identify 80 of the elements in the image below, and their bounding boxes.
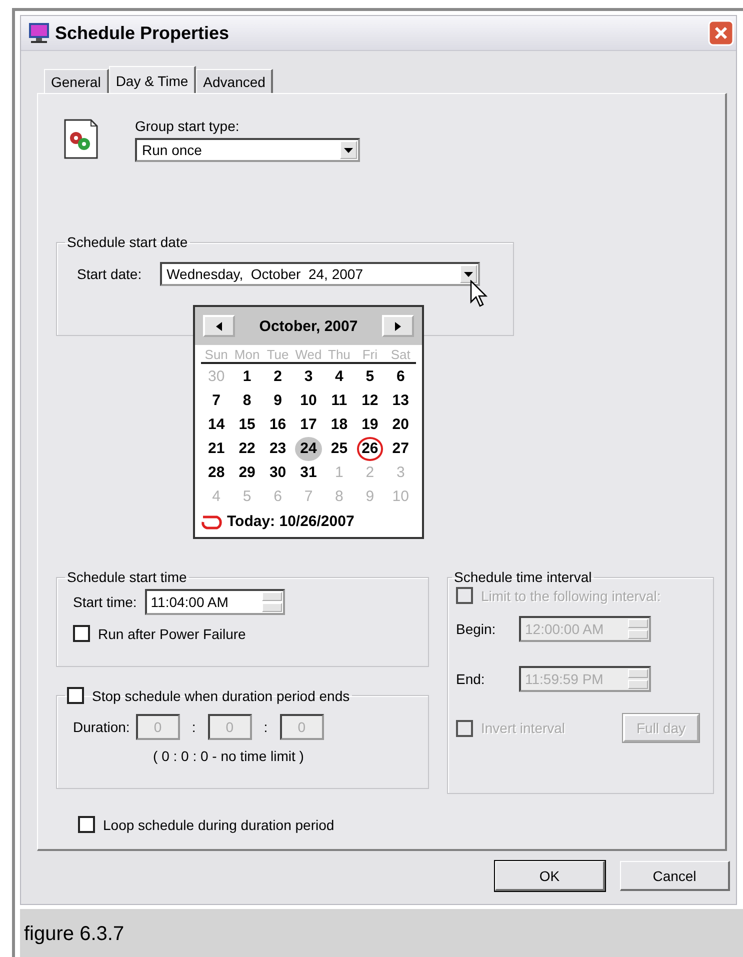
today-link[interactable]: Today: 10/26/2007 xyxy=(227,513,354,530)
right-triangle-icon xyxy=(394,322,401,330)
checkbox-label[interactable]: Stop schedule when duration period ends xyxy=(92,688,350,704)
calendar-day[interactable]: 24 xyxy=(295,437,322,461)
checkbox[interactable] xyxy=(73,625,90,642)
next-month-button[interactable] xyxy=(382,315,414,337)
separator: : xyxy=(262,719,269,735)
weekday-label: Sun xyxy=(204,347,229,362)
calendar-day[interactable]: 5 xyxy=(360,365,380,389)
duration-note: ( 0 : 0 : 0 - no time limit ) xyxy=(152,748,305,764)
calendar-day[interactable]: 11 xyxy=(326,389,352,413)
calendar-day[interactable]: 3 xyxy=(299,365,318,389)
calendar-day[interactable]: 8 xyxy=(238,389,256,413)
calendar-day[interactable]: 22 xyxy=(234,437,260,461)
calendar-day[interactable]: 25 xyxy=(326,437,353,461)
month-title: October, 2007 xyxy=(259,318,358,334)
cancel-button[interactable]: Cancel xyxy=(620,861,730,891)
time-field[interactable]: 11:04:00 AM xyxy=(144,589,285,615)
figure-caption: figure 6.3.7 xyxy=(20,909,743,957)
group-title: Schedule time interval xyxy=(453,569,593,585)
calendar-day[interactable]: 19 xyxy=(356,413,384,437)
monitor-icon xyxy=(27,21,51,45)
calendar-day[interactable]: 29 xyxy=(234,461,260,485)
calendar-day[interactable]: 30 xyxy=(264,461,292,485)
calendar-day[interactable]: 17 xyxy=(295,413,322,437)
calendar-day[interactable]: 31 xyxy=(295,461,322,485)
calendar-day[interactable]: 9 xyxy=(268,389,287,413)
calendar-day[interactable]: 7 xyxy=(207,389,226,413)
checkbox[interactable] xyxy=(67,687,84,704)
calendar-day[interactable]: 6 xyxy=(391,365,410,389)
caret-icon xyxy=(344,148,353,152)
calendar-day[interactable]: 2 xyxy=(268,365,287,389)
tab[interactable]: Day & Time xyxy=(108,66,196,94)
mouse-pointer-icon xyxy=(470,280,488,307)
calendar-day[interactable]: 23 xyxy=(264,437,292,461)
field-label: Duration: xyxy=(73,719,130,735)
field-label: End: xyxy=(456,671,486,687)
weekday-label: Fri xyxy=(361,347,378,362)
calendar-day[interactable]: 18 xyxy=(326,413,353,437)
field-label: Start date: xyxy=(77,266,142,282)
calendar-day[interactable]: 27 xyxy=(387,437,414,461)
today-marker-icon xyxy=(199,514,225,530)
calendar-day[interactable]: 16 xyxy=(264,413,292,437)
calendar-day[interactable]: 26 xyxy=(356,437,384,461)
tab[interactable]: Advanced xyxy=(196,69,274,93)
field-label: Group start type: xyxy=(135,118,240,134)
checkbox-label[interactable]: Loop schedule during duration period xyxy=(103,816,334,832)
left-triangle-icon xyxy=(216,322,222,330)
weekday-label: Wed xyxy=(294,347,323,362)
start-type-dropdown[interactable]: Run once xyxy=(135,138,360,162)
checkbox-label[interactable]: Run after Power Failure xyxy=(98,626,246,642)
date-picker-field[interactable]: Wednesday, October 24, 2007 xyxy=(160,262,480,286)
ok-button[interactable]: OK xyxy=(495,861,605,891)
dropdown-button[interactable] xyxy=(340,141,357,159)
calendar-day[interactable]: 20 xyxy=(387,413,414,437)
calendar-day[interactable]: 4 xyxy=(330,365,348,389)
group-title: Schedule start time xyxy=(66,569,188,585)
calendar-day[interactable]: 10 xyxy=(295,389,322,413)
window-title: Schedule Properties xyxy=(55,22,230,44)
weekday-label: Tue xyxy=(266,347,290,362)
caret-icon xyxy=(464,272,473,276)
previous-month-button[interactable] xyxy=(203,315,235,337)
calendar-day[interactable]: 1 xyxy=(238,365,256,389)
calendar-day[interactable]: 21 xyxy=(203,437,230,461)
weekday-label: Thu xyxy=(327,347,352,362)
field-label: Start time: xyxy=(73,594,137,610)
calendar-day[interactable]: 13 xyxy=(387,389,414,413)
tab[interactable]: General xyxy=(44,69,109,93)
weekday-label: Sat xyxy=(390,347,412,362)
calendar-day[interactable]: 28 xyxy=(203,461,230,485)
calendar-day[interactable]: 14 xyxy=(203,413,230,437)
separator: : xyxy=(190,719,197,735)
dropdown-button[interactable] xyxy=(460,265,477,283)
checkbox[interactable] xyxy=(78,816,95,833)
group-title: Schedule start date xyxy=(66,234,189,250)
weekday-label: Mon xyxy=(233,347,261,362)
calendar-day[interactable]: 12 xyxy=(356,389,384,413)
calendar-day[interactable]: 15 xyxy=(234,413,260,437)
field-label: Begin: xyxy=(456,621,497,637)
close-icon[interactable] xyxy=(708,20,734,46)
